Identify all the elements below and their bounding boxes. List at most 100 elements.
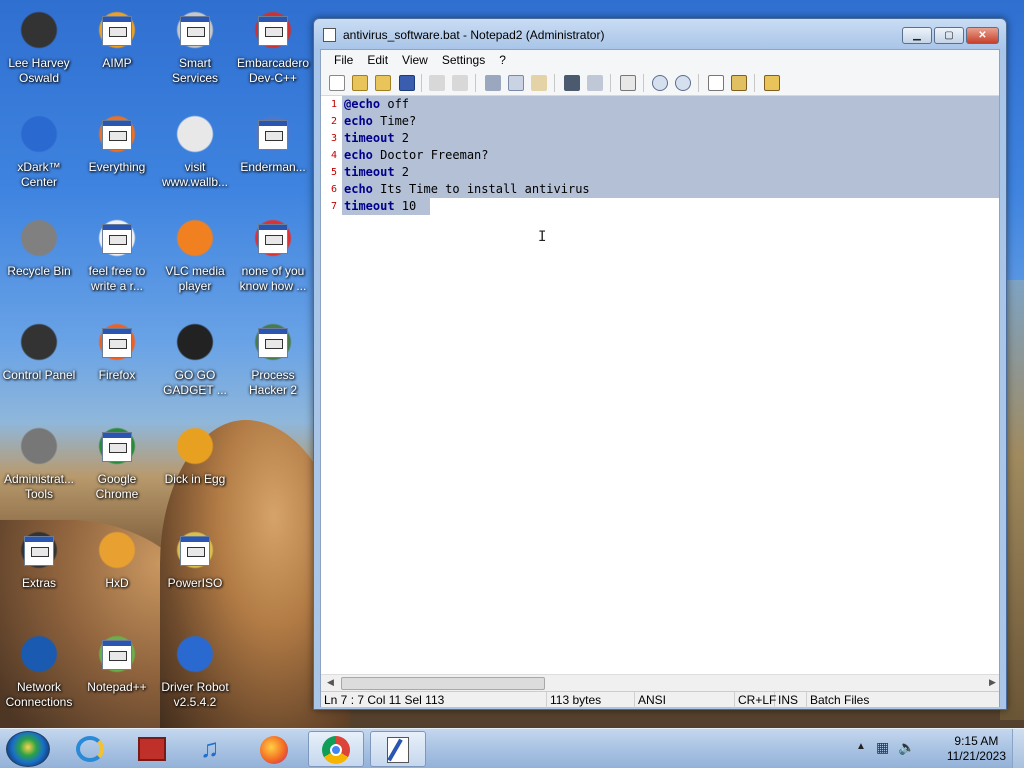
clock[interactable]: 9:15 AM 11/21/2023	[947, 734, 1006, 764]
menu-view[interactable]: View	[395, 50, 435, 70]
desktop-icon[interactable]: Firefox	[78, 320, 156, 383]
desktop-icon[interactable]: Embarcadero Dev-C++	[234, 8, 312, 86]
cut-icon[interactable]	[485, 75, 501, 91]
close-button[interactable]: ✕	[966, 27, 999, 44]
new-file-icon[interactable]	[329, 75, 345, 91]
volume-muted-icon[interactable]: 🔈	[898, 739, 915, 756]
desktop-icon[interactable]: Network Connections	[0, 632, 78, 710]
taskbar-explorer-icon[interactable]	[124, 731, 180, 767]
batch-keyword: @echo	[344, 97, 381, 111]
desktop-icon[interactable]: Enderman...	[234, 112, 312, 175]
code-line[interactable]: 6 echo Its Time to install antivirus	[321, 181, 999, 198]
clock-time: 9:15 AM	[954, 734, 999, 748]
taskbar-firefox-icon[interactable]	[246, 731, 302, 767]
desktop-icon[interactable]: VLC media player	[156, 216, 234, 294]
horizontal-scrollbar[interactable]: ◀ ▶	[321, 674, 999, 691]
desktop-icon[interactable]: Notepad++	[78, 632, 156, 695]
find-icon[interactable]	[564, 75, 580, 91]
taskbar-chrome-icon[interactable]	[308, 731, 364, 767]
desktop-icon[interactable]: Google Chrome	[78, 424, 156, 502]
code-line[interactable]: 2 echo Time?	[321, 113, 999, 130]
redo-icon[interactable]	[452, 75, 468, 91]
save-icon[interactable]	[399, 75, 415, 91]
undo-icon[interactable]	[429, 75, 445, 91]
desktop-icon[interactable]: Driver Robot v2.5.4.2	[156, 632, 234, 710]
desktop-icon[interactable]: Extras	[0, 528, 78, 591]
tray-expand-icon[interactable]: ▲	[856, 741, 866, 752]
code-line[interactable]: 5 timeout 2	[321, 164, 999, 181]
scrollbar-thumb[interactable]	[341, 677, 545, 690]
code-line[interactable]: 1 @echo off	[321, 96, 999, 113]
recycle-bin-icon	[17, 216, 61, 260]
menu-bar: File Edit View Settings ?	[321, 50, 999, 70]
zoom-out-icon[interactable]	[675, 75, 691, 91]
desktop-icon-label: Recycle Bin	[7, 264, 71, 278]
notepad2-window[interactable]: antivirus_software.bat - Notepad2 (Admin…	[313, 18, 1007, 710]
taskbar-ie-icon[interactable]	[62, 731, 118, 767]
word-wrap-icon[interactable]	[620, 75, 636, 91]
desktop-icon[interactable]: Lee Harvey Oswald	[0, 8, 78, 86]
replace-icon[interactable]	[587, 75, 603, 91]
desktop-icon[interactable]: Recycle Bin	[0, 216, 78, 279]
desktop-icon[interactable]: Smart Services	[156, 8, 234, 86]
desktop-icon-label: Extras	[21, 576, 56, 590]
menu-settings[interactable]: Settings	[435, 50, 492, 70]
desktop-icon[interactable]: visit www.wallb...	[156, 112, 234, 190]
desktop-icon[interactable]: feel free to write a r...	[78, 216, 156, 294]
desktop-icon[interactable]: AIMP	[78, 8, 156, 71]
copy-icon[interactable]	[508, 75, 524, 91]
code-text: timeout 10	[344, 198, 416, 215]
desktop-icon[interactable]: none of you know how ...	[234, 216, 312, 294]
app-shortcut-icon	[180, 16, 210, 46]
desktop-icon[interactable]: Everything	[78, 112, 156, 175]
desktop-icon-label: Network Connections	[5, 680, 73, 709]
app-shortcut-icon	[102, 432, 132, 462]
scheme-icon[interactable]	[708, 75, 724, 91]
desktop-icon[interactable]: GO GO GADGET ...	[156, 320, 234, 398]
desktop-icon-label: AIMP	[102, 56, 132, 70]
status-bar: Ln 7 : 7 Col 11 Sel 113 113 bytes ANSI C…	[321, 691, 999, 708]
app-shortcut-icon	[102, 16, 132, 46]
menu-edit[interactable]: Edit	[360, 50, 395, 70]
app-shortcut-icon	[102, 640, 132, 670]
show-desktop-button[interactable]	[1012, 729, 1024, 768]
scroll-right-icon[interactable]: ▶	[989, 677, 996, 688]
gear-icon	[173, 8, 217, 52]
menu-file[interactable]: File	[327, 50, 360, 70]
network-tray-icon[interactable]: ▦	[876, 739, 889, 756]
paste-icon[interactable]	[531, 75, 547, 91]
settings-icon[interactable]	[731, 75, 747, 91]
network-icon	[17, 632, 61, 676]
code-line[interactable]: 4 echo Doctor Freeman?	[321, 147, 999, 164]
desktop-icon[interactable]: HxD	[78, 528, 156, 591]
scroll-left-icon[interactable]: ◀	[327, 677, 334, 688]
desktop-icon[interactable]: Control Panel	[0, 320, 78, 383]
selection-highlight	[342, 96, 999, 113]
desktop-icon-label: VLC media player	[165, 264, 225, 293]
maximize-button[interactable]: ▢	[934, 27, 964, 44]
exit-icon[interactable]	[764, 75, 780, 91]
desktop-icon[interactable]: Administrat... Tools	[0, 424, 78, 502]
toolbar-separator	[643, 74, 644, 92]
toolbar-separator	[475, 74, 476, 92]
text-editor[interactable]: 1 @echo off 2 echo Time? 3 timeout 2 4 echo Doc…	[321, 96, 999, 674]
menu-help[interactable]: ?	[492, 50, 513, 70]
batch-keyword: echo	[344, 114, 373, 128]
code-line[interactable]: 3 timeout 2	[321, 130, 999, 147]
app-shortcut-icon	[24, 536, 54, 566]
text-cursor-icon: I	[538, 229, 547, 245]
taskbar-music-icon[interactable]: ♫	[186, 731, 242, 767]
title-bar[interactable]: antivirus_software.bat - Notepad2 (Admin…	[314, 19, 1006, 49]
desktop-icon[interactable]: PowerISO	[156, 528, 234, 591]
taskbar-notepad2-icon[interactable]	[370, 731, 426, 767]
desktop-icon[interactable]: xDark™ Center	[0, 112, 78, 190]
browse-icon[interactable]	[375, 75, 391, 91]
zoom-in-icon[interactable]	[652, 75, 668, 91]
code-line[interactable]: 7 timeout 10	[321, 198, 999, 215]
desktop-icon[interactable]: Process Hacker 2	[234, 320, 312, 398]
desktop-icon-label: none of you know how ...	[239, 264, 307, 293]
open-folder-icon[interactable]	[352, 75, 368, 91]
minimize-button[interactable]: ▁	[902, 27, 932, 44]
desktop-icon[interactable]: Dick in Egg	[156, 424, 234, 487]
start-button-windows-icon[interactable]	[6, 731, 50, 767]
